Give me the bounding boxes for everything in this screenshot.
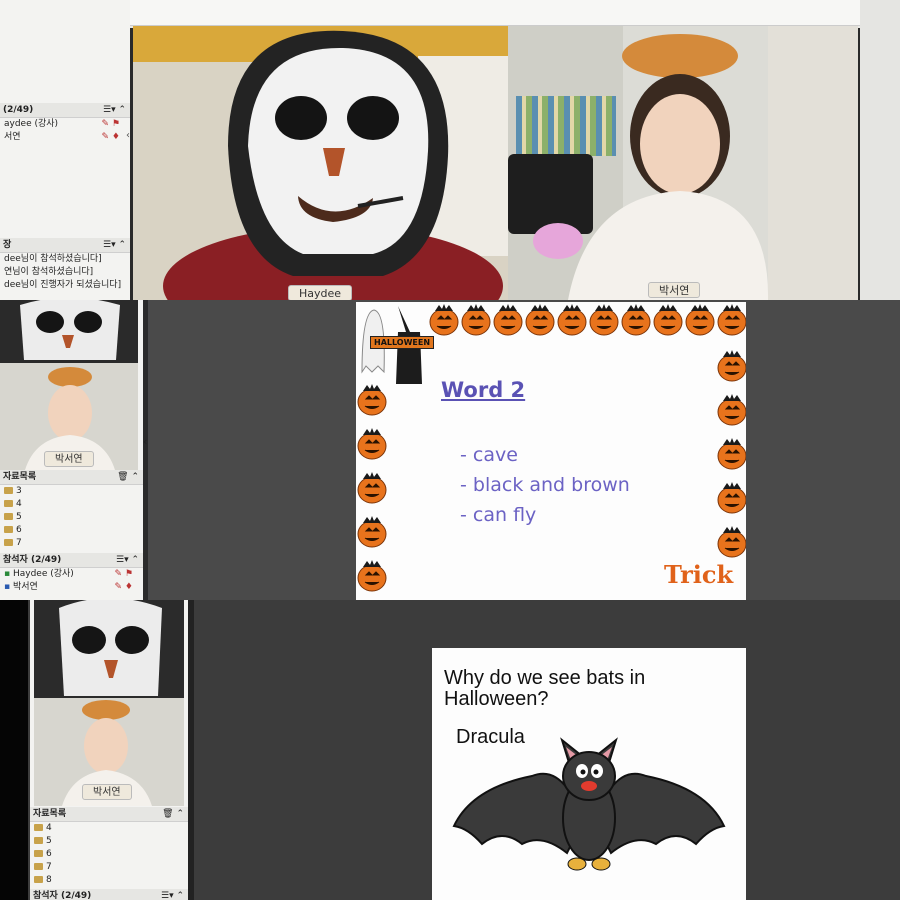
material-item[interactable]: 5 — [0, 511, 143, 524]
halloween-badge: HALLOWEEN — [370, 336, 435, 349]
material-item[interactable]: 5 — [30, 835, 188, 848]
chat-controls[interactable]: ☰▾ ⌃ — [103, 238, 126, 253]
screen-photo-top: (2/49) ☰▾ ⌃ aydee (강사) ✎ ⚑ 서연 ✎ ♦ 장 ☰▾ ⌃ d… — [0, 0, 900, 300]
participant-row[interactable]: ▪ 박서연 ✎ ♦ — [0, 581, 143, 594]
chat-line: dee님이 참석하셨습니다] — [4, 254, 102, 264]
left-side-panel: (2/49) ☰▾ ⌃ aydee (강사) ✎ ⚑ 서연 ✎ ♦ 장 ☰▾ ⌃ d… — [0, 0, 130, 300]
slide-word2: HALLOWEEN Word 2 - cave - black and brow… — [356, 302, 746, 600]
collapse-arrow-icon[interactable]: ‹ — [143, 435, 147, 448]
video-name-tag: Haydee — [288, 285, 353, 300]
material-item[interactable]: 4 — [30, 822, 188, 835]
material-item[interactable]: 8 — [30, 874, 188, 887]
pumpkin-icon — [589, 304, 619, 336]
mini-video-student: 박서연 — [0, 363, 138, 470]
pumpkin-icon — [621, 304, 651, 336]
pumpkin-icon — [685, 304, 715, 336]
pumpkin-icon — [717, 438, 746, 470]
screen-photo-middle: 박서연 자료목록 🗑 ⌃ 3 4 5 6 7 참석자 (2/49) ☰▾ ⌃ ▪… — [0, 300, 900, 600]
slide-bullet: - black and brown — [460, 474, 630, 496]
video-name-tag: 박서연 — [82, 784, 132, 800]
slide-bullet: - cave — [460, 444, 518, 466]
materials-header: 자료목록 🗑 ⌃ — [30, 807, 188, 822]
mini-video-student: 박서연 — [34, 698, 184, 806]
pumpkin-icon — [717, 394, 746, 426]
pumpkin-icon — [493, 304, 523, 336]
pumpkin-icon — [717, 526, 746, 558]
left-side-panel: 박서연 자료목록 🗑 ⌃ 3 4 5 6 7 참석자 (2/49) ☰▾ ⌃ ▪… — [0, 300, 143, 600]
pumpkin-icon — [357, 560, 387, 592]
panel-controls[interactable]: ☰▾ ⌃ — [103, 103, 126, 118]
participant-row[interactable]: 서연 ✎ ♦ — [0, 131, 130, 144]
participants-header: 참석자 (2/49) ☰▾ ⌃ — [30, 889, 188, 900]
mic-icon: ✎ ♦ — [101, 132, 120, 142]
chat-line: 연님이 참석하셨습니다] — [4, 267, 94, 277]
trick-text: Trick — [664, 560, 734, 589]
pumpkin-icon — [461, 304, 491, 336]
pumpkin-icon — [525, 304, 555, 336]
video-name-tag: 박서연 — [648, 282, 701, 298]
skeleton-mask-image — [163, 30, 503, 300]
trash-icon[interactable]: 🗑 ⌃ — [117, 470, 139, 485]
material-item[interactable]: 7 — [30, 861, 188, 874]
participants-header: 참석자 (2/49) ☰▾ ⌃ — [0, 553, 143, 568]
panel-controls[interactable]: ☰▾ ⌃ — [161, 889, 184, 900]
material-item[interactable]: 7 — [0, 537, 143, 550]
panel-controls[interactable]: ☰▾ ⌃ — [116, 553, 139, 568]
participant-row[interactable]: aydee (강사) ✎ ⚑ — [0, 118, 130, 131]
trash-icon[interactable]: 🗑 ⌃ — [162, 807, 184, 822]
chat-line: dee님이 진행자가 되셨습니다] — [4, 280, 122, 290]
slide-title: Word 2 — [441, 378, 526, 402]
material-item[interactable]: 6 — [30, 848, 188, 861]
mini-video-teacher — [0, 300, 138, 363]
mic-icon: ✎ ⚑ — [114, 569, 133, 579]
participant-row[interactable]: ▪ Haydee (강사) ✎ ⚑ — [0, 568, 143, 581]
slide-bullet: - can fly — [460, 504, 537, 526]
pumpkin-icon — [357, 428, 387, 460]
bat-image — [452, 737, 726, 871]
material-item[interactable]: 3 — [0, 485, 143, 498]
mini-video-teacher — [34, 600, 184, 698]
chat-header: 장 ☰▾ ⌃ — [0, 238, 130, 253]
pumpkin-icon — [357, 472, 387, 504]
pumpkin-icon — [653, 304, 683, 336]
video-tile-student: 박서연 — [508, 26, 858, 300]
material-item[interactable]: 6 — [0, 524, 143, 537]
child-image — [533, 34, 769, 300]
slide-bats: Why do we see bats in Halloween? Dracula — [432, 648, 746, 900]
pumpkin-icon — [717, 304, 746, 336]
mic-icon: ✎ ⚑ — [101, 119, 120, 129]
left-side-panel: 박서연 자료목록 🗑 ⌃ 4 5 6 7 8 참석자 (2/49) ☰▾ ⌃ — [30, 600, 188, 900]
participants-header: (2/49) ☰▾ ⌃ — [0, 103, 130, 118]
mic-icon: ✎ ♦ — [114, 582, 133, 592]
video-name-tag: 박서연 — [44, 451, 94, 467]
pumpkin-icon — [557, 304, 587, 336]
collapse-arrow-icon[interactable]: ‹ — [126, 130, 130, 141]
material-item[interactable]: 4 — [0, 498, 143, 511]
pumpkin-icon — [357, 516, 387, 548]
pumpkin-icon — [717, 350, 746, 382]
screen-photo-bottom: 박서연 자료목록 🗑 ⌃ 4 5 6 7 8 참석자 (2/49) ☰▾ ⌃ W… — [0, 600, 900, 900]
video-tile-teacher: Haydee — [133, 26, 508, 300]
pumpkin-icon — [717, 482, 746, 514]
materials-header: 자료목록 🗑 ⌃ — [0, 470, 143, 485]
